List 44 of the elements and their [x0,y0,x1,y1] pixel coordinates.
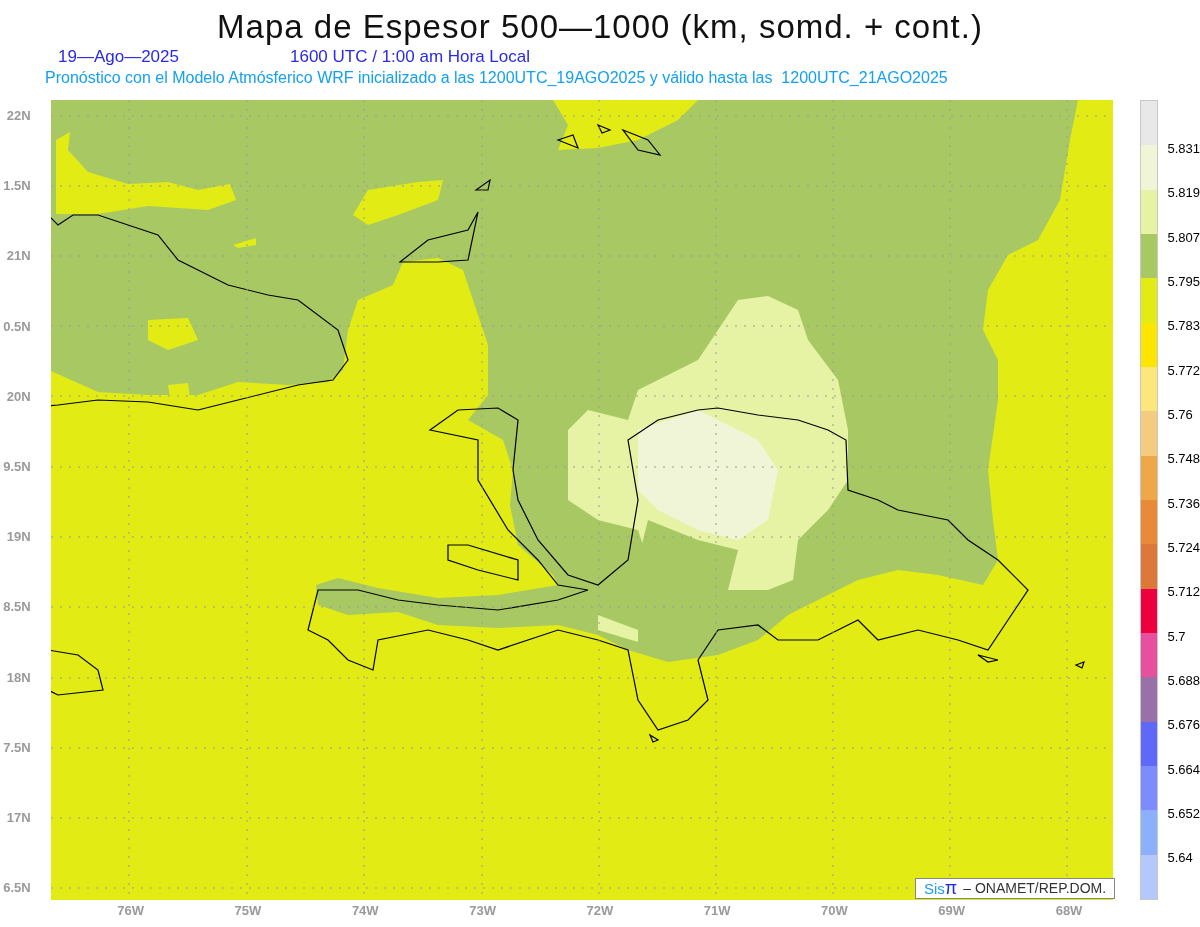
longitude-label: 69W [938,903,966,919]
longitude-label: 76W [117,903,144,919]
latitude-label: 8.5N [3,598,31,617]
colorbar-label: 5.783 [1167,318,1200,334]
latitude-label: 21N [6,247,31,266]
sispi-logo: Sisπ [924,877,958,900]
colorbar-label: 5.676 [1167,717,1200,733]
latitude-label: 6.5N [3,879,31,898]
colorbar-label: 5.807 [1167,229,1200,245]
colorbar-label: 5.712 [1167,584,1200,600]
longitude-label: 74W [351,903,379,919]
colorbar-label: 5.688 [1167,672,1200,688]
latitude-label: 18N [6,668,31,687]
longitude-label: 71W [703,903,731,919]
colorbar-label: 5.819 [1167,185,1200,201]
colorbar-label: 5.772 [1167,362,1200,378]
colorbar-label: 5.7 [1167,628,1186,644]
colorbar-label: 5.748 [1167,451,1200,467]
colorbar-label: 5.831 [1167,141,1200,156]
latitude-label: 1.5N [3,177,31,196]
latitude-label: 0.5N [3,317,31,336]
colorbar-label: 5.724 [1167,539,1200,555]
longitude-label: 75W [234,903,262,919]
latitude-label: 22N [6,107,31,125]
forecast-description: Pronóstico con el Modelo Atmósferico WRF inicializado a las 1200UTC_19AGO2025 y válido hasta las 1200UTC_21AGO2025 [45,68,948,88]
colorbar-label: 5.64 [1167,850,1193,866]
colorbar-label: 5.736 [1167,495,1200,511]
credit-text: – ONAMET/REP.DOM. [963,879,1107,898]
latitude-label: 20N [6,387,31,406]
colorbar-label: 5.76 [1167,406,1193,422]
colorbar-label: 5.664 [1167,761,1200,777]
forecast-date: 19—Ago—2025 [58,46,179,68]
longitude-label: 68W [1055,903,1083,919]
map-title: Mapa de Espesor 500—1000 (km, somd. + cont.) [216,7,984,47]
latitude-label: 9.5N [3,457,31,476]
longitude-label: 73W [469,903,496,919]
latitude-label: 7.5N [3,738,31,757]
forecast-time: 1600 UTC / 1:00 am Hora Local [290,46,530,68]
longitude-label: 72W [586,903,614,919]
colorbar-label: 5.652 [1167,805,1200,821]
latitude-label: 19N [6,528,31,547]
longitude-label: 70W [821,903,848,919]
latitude-label: 17N [6,808,31,827]
colorbar-label: 5.795 [1167,274,1200,289]
